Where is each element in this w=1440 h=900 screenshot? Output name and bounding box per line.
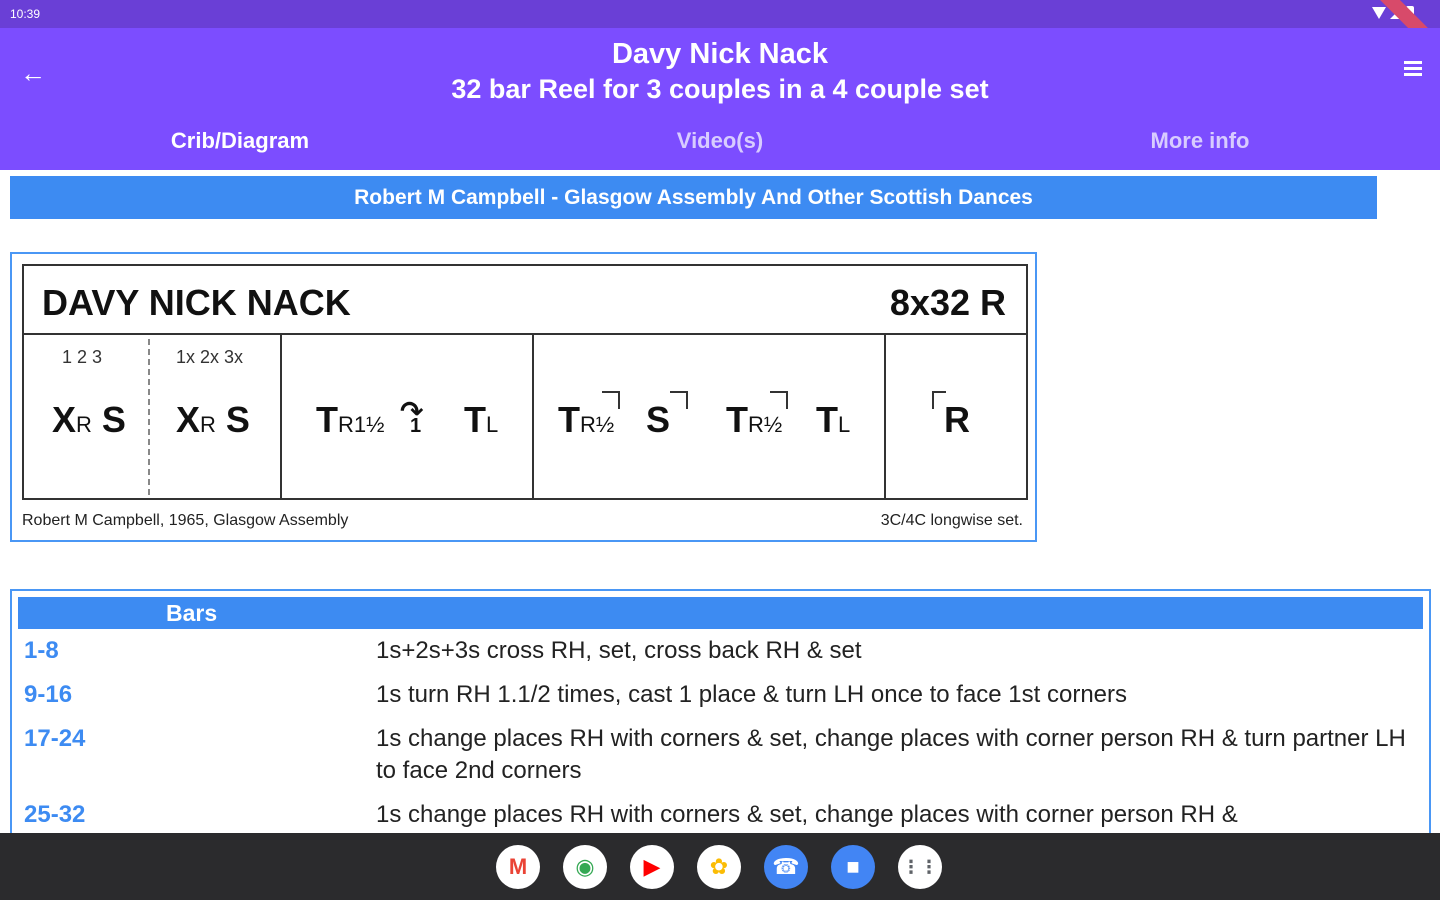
corner-mark-icon — [670, 391, 688, 409]
diagram-bars: 8x32 R — [889, 282, 1006, 323]
diagram-cell-1: 1 2 3 XR S 1x 2x 3x XR S — [24, 335, 282, 500]
diagram-title: DAVY NICK NACK — [42, 282, 351, 323]
chrome-icon[interactable]: ◉ — [563, 845, 607, 889]
corner-mark-icon — [602, 391, 620, 409]
table-row-bars: 1-8 — [24, 637, 59, 664]
wifi-icon — [1372, 7, 1386, 19]
tab-videos[interactable]: Video(s) — [480, 128, 960, 154]
diagram-turn-symbol: TR1½ — [316, 399, 385, 440]
tab-crib-diagram[interactable]: Crib/Diagram — [0, 128, 480, 154]
status-time: 10:39 — [10, 7, 41, 21]
diagram-credit: Robert M Campbell, 1965, Glasgow Assembl… — [22, 512, 349, 529]
diagram-turn-left-symbol: TL — [464, 399, 499, 440]
diagram-set-symbol: S — [646, 399, 671, 440]
diagram-couples-label: 1 2 3 — [62, 347, 103, 367]
diagram-formation: 3C/4C longwise set. — [880, 512, 1023, 529]
table-row-desc: 1s turn RH 1.1/2 times, cast 1 place & t… — [376, 681, 1128, 708]
photos-icon[interactable]: ✿ — [697, 845, 741, 889]
table-row-desc: 1s+2s+3s cross RH, set, cross back RH & … — [376, 637, 862, 664]
diagram-frame: DAVY NICK NACK 8x32 R 1 2 3 XR S 1x 2x 3… — [22, 264, 1028, 500]
diagram-cast-number: 1 — [410, 415, 422, 437]
table-row-bars: 25-32 — [24, 801, 86, 828]
phone-icon[interactable]: ☎ — [764, 845, 808, 889]
page-subtitle: 32 bar Reel for 3 couples in a 4 couple … — [451, 74, 989, 104]
diagram-cell-3: TR½ S TR½ TL — [534, 335, 886, 500]
app-drawer-icon[interactable]: ⋮⋮ — [898, 845, 942, 889]
diagram-cross-symbol: XR S — [52, 399, 126, 440]
table-row-bars: 9-16 — [24, 681, 73, 708]
diagram-cross-back-symbol: XR S — [176, 399, 250, 440]
page-title: Davy Nick Nack — [611, 38, 829, 70]
dance-diagram: DAVY NICK NACK 8x32 R 1 2 3 XR S 1x 2x 3… — [10, 252, 1037, 542]
diagram-couples-crossed-label: 1x 2x 3x — [176, 347, 244, 367]
table-row-desc: 1s change places RH with corners & set, … — [376, 725, 1406, 784]
hamburger-icon[interactable] — [1400, 58, 1426, 84]
app-bar: ← Davy Nick Nack 32 bar Reel for 3 coupl… — [0, 28, 1440, 170]
crib-table: Bars 1-8 1s+2s+3s cross RH, set, cross b… — [10, 589, 1431, 849]
gmail-icon[interactable]: M — [496, 845, 540, 889]
tab-more-info[interactable]: More info — [960, 128, 1440, 154]
crib-table-header: Bars — [18, 597, 1423, 629]
source-banner: Robert M Campbell - Glasgow Assembly And… — [10, 176, 1377, 219]
diagram-turn-left2-symbol: TL — [816, 399, 851, 440]
diagram-cell-4: R — [886, 335, 1026, 500]
diagram-divider — [148, 339, 150, 495]
table-row-bars: 17-24 — [24, 725, 86, 752]
status-bar: 10:39 — [0, 0, 1440, 62]
diagram-reel-symbol: R — [944, 399, 970, 440]
diagram-row: 1 2 3 XR S 1x 2x 3x XR S TR1½ ↷ 1 TL TR½… — [24, 333, 1026, 500]
tab-indicator — [0, 166, 480, 170]
app-dock: M ◉ ▶ ✿ ☎ ■ ⋮⋮ — [0, 833, 1440, 900]
diagram-cell-2: TR1½ ↷ 1 TL — [282, 335, 534, 500]
table-row-desc: 1s change places RH with corners & set, … — [376, 801, 1238, 828]
youtube-icon[interactable]: ▶ — [630, 845, 674, 889]
corner-mark-icon — [770, 391, 788, 409]
messages-icon[interactable]: ■ — [831, 845, 875, 889]
